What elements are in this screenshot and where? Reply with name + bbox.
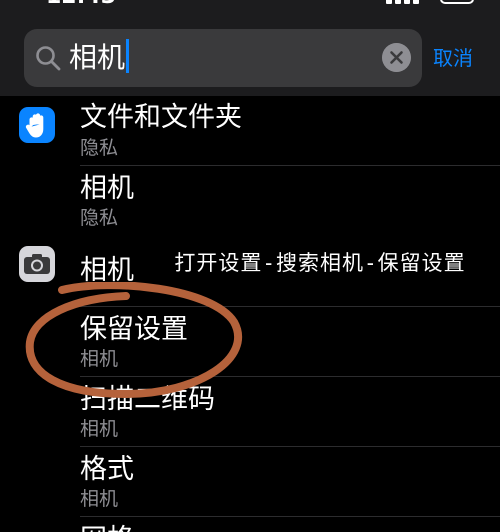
search-result-item[interactable]: 相机 隐私 xyxy=(0,166,500,237)
settings-search-screen: 12:43 相机 取消 文件和文件夹 隐私 xyxy=(0,0,500,532)
result-title: 格式 xyxy=(80,454,134,485)
search-result-item[interactable]: 网格 xyxy=(0,517,500,532)
search-header: 12:43 相机 取消 xyxy=(0,0,500,96)
result-subtitle: 相机 xyxy=(80,488,119,510)
result-subtitle: 隐私 xyxy=(80,137,119,159)
status-time: 12:43 xyxy=(46,0,116,9)
result-subtitle: 相机 xyxy=(80,348,119,370)
camera-icon xyxy=(19,246,55,282)
signal-icon xyxy=(386,0,426,4)
battery-icon xyxy=(440,0,474,4)
search-result-item[interactable]: 文件和文件夹 隐私 xyxy=(0,96,500,166)
result-subtitle: 隐私 xyxy=(80,207,119,229)
result-title: 相机 xyxy=(80,255,134,286)
search-result-item[interactable]: 格式 相机 xyxy=(0,447,500,517)
result-title: 文件和文件夹 xyxy=(80,102,242,133)
clear-search-icon[interactable] xyxy=(382,43,411,72)
result-title: 相机 xyxy=(80,173,134,204)
text-cursor xyxy=(126,39,130,73)
result-title: 保留设置 xyxy=(80,314,188,345)
search-result-item[interactable]: 扫描二维码 相机 xyxy=(0,377,500,447)
result-subtitle: 相机 xyxy=(80,418,119,440)
search-icon xyxy=(36,46,61,71)
result-title: 扫描二维码 xyxy=(80,384,215,415)
result-title: 网格 xyxy=(80,522,134,532)
search-field[interactable]: 相机 xyxy=(24,29,422,87)
hand-raised-icon xyxy=(19,107,55,143)
search-result-item[interactable]: 保留设置 相机 xyxy=(0,307,500,377)
handwritten-annotation: 打开设置-搜索相机-保留设置 xyxy=(174,251,466,275)
cancel-button[interactable]: 取消 xyxy=(433,43,473,73)
search-query: 相机 xyxy=(69,41,126,74)
search-input[interactable]: 相机 xyxy=(69,38,130,78)
